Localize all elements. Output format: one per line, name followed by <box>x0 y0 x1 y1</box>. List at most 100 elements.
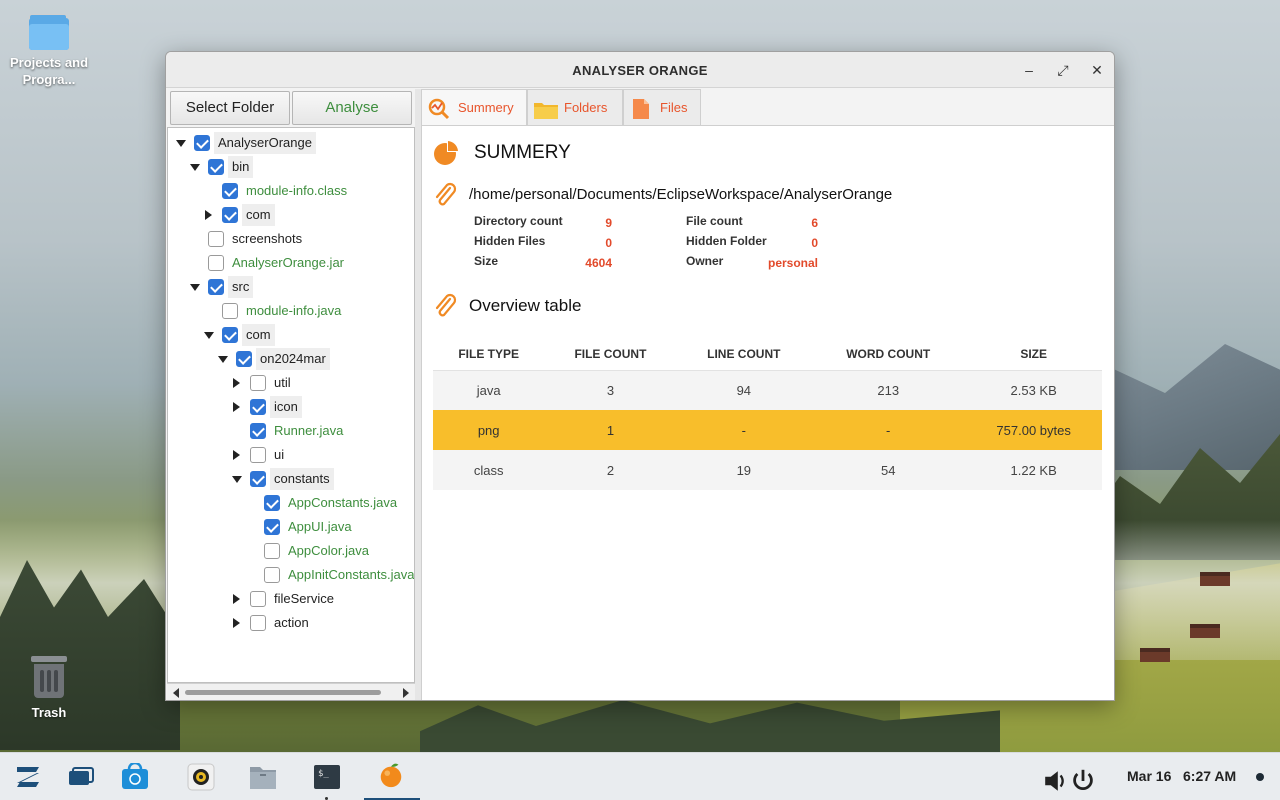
music-player-icon[interactable] <box>186 763 216 791</box>
tree-checkbox[interactable] <box>264 567 280 583</box>
tree-checkbox[interactable] <box>250 471 266 487</box>
tree-checkbox[interactable] <box>208 231 224 247</box>
tree-node[interactable]: constants <box>168 468 414 490</box>
column-header[interactable]: FILE TYPE <box>433 338 545 371</box>
column-header[interactable]: LINE COUNT <box>676 338 812 371</box>
tree-node-label[interactable]: com <box>242 324 275 346</box>
tree-node-label[interactable]: util <box>270 372 295 394</box>
tree-checkbox[interactable] <box>250 399 266 415</box>
scroll-right-icon[interactable] <box>403 688 409 698</box>
tree-checkbox[interactable] <box>222 327 238 343</box>
desktop-trash[interactable]: Trash <box>0 656 98 721</box>
table-row[interactable]: java 3 94 213 2.53 KB <box>433 370 1102 410</box>
tree-node[interactable]: com <box>168 204 414 226</box>
tree-node[interactable]: com <box>168 324 414 346</box>
expand-arrow-icon[interactable] <box>233 594 240 604</box>
tree-horizontal-scrollbar[interactable] <box>167 683 415 700</box>
tree-node[interactable]: bin <box>168 156 414 178</box>
terminal-icon[interactable]: $_ <box>312 763 342 791</box>
tree-node[interactable]: action <box>168 612 414 634</box>
tree-node[interactable]: AppInitConstants.java <box>168 564 414 586</box>
software-store-icon[interactable] <box>120 763 150 791</box>
tree-node[interactable]: fileService <box>168 588 414 610</box>
tree-node[interactable]: ui <box>168 444 414 466</box>
scrollbar-thumb[interactable] <box>185 690 381 695</box>
collapse-arrow-icon[interactable] <box>190 164 200 171</box>
tree-checkbox[interactable] <box>208 255 224 271</box>
taskbar-date[interactable]: Mar 16 <box>1127 768 1171 784</box>
column-header[interactable]: FILE COUNT <box>544 338 677 371</box>
tree-checkbox[interactable] <box>250 375 266 391</box>
file-tree[interactable]: AnalyserOrange bin module-info.class com scr… <box>167 127 415 683</box>
tree-checkbox[interactable] <box>208 159 224 175</box>
collapse-arrow-icon[interactable] <box>232 476 242 483</box>
volume-icon[interactable] <box>1040 767 1070 795</box>
tree-node-label[interactable]: screenshots <box>228 228 306 250</box>
desktop-folder-projects[interactable]: Projects and Progra... <box>0 14 98 88</box>
tree-node[interactable]: AppColor.java <box>168 540 414 562</box>
window-titlebar[interactable]: ANALYSER ORANGE – ⤢ ✕ <box>166 52 1114 88</box>
scroll-left-icon[interactable] <box>173 688 179 698</box>
tree-checkbox[interactable] <box>222 303 238 319</box>
minimize-button[interactable]: – <box>1020 61 1038 79</box>
tree-node-label[interactable]: module-info.class <box>242 180 351 202</box>
tree-node-label[interactable]: bin <box>228 156 254 178</box>
tree-node[interactable]: on2024mar <box>168 348 414 370</box>
tree-checkbox[interactable] <box>194 135 210 151</box>
tree-node-label[interactable]: AnalyserOrange.jar <box>228 252 348 274</box>
tree-node-label[interactable]: com <box>242 204 275 226</box>
expand-arrow-icon[interactable] <box>205 210 212 220</box>
collapse-arrow-icon[interactable] <box>190 284 200 291</box>
tree-node[interactable]: AnalyserOrange <box>168 132 414 154</box>
tree-node-label[interactable]: src <box>228 276 254 298</box>
collapse-arrow-icon[interactable] <box>204 332 214 339</box>
tree-checkbox[interactable] <box>222 183 238 199</box>
tree-checkbox[interactable] <box>236 351 252 367</box>
tree-checkbox[interactable] <box>250 591 266 607</box>
tree-checkbox[interactable] <box>250 447 266 463</box>
tree-node-label[interactable]: AnalyserOrange <box>214 132 316 154</box>
tree-node-label[interactable]: module-info.java <box>242 300 345 322</box>
tree-checkbox[interactable] <box>222 207 238 223</box>
expand-arrow-icon[interactable] <box>233 402 240 412</box>
tree-node[interactable]: icon <box>168 396 414 418</box>
column-header[interactable]: SIZE <box>965 338 1102 371</box>
collapse-arrow-icon[interactable] <box>176 140 186 147</box>
tree-node[interactable]: screenshots <box>168 228 414 250</box>
tree-node-label[interactable]: ui <box>270 444 288 466</box>
tree-node[interactable]: src <box>168 276 414 298</box>
tab-files[interactable]: Files <box>623 89 701 126</box>
tree-node[interactable]: AppConstants.java <box>168 492 414 514</box>
tree-node[interactable]: Runner.java <box>168 420 414 442</box>
tree-node[interactable]: module-info.java <box>168 300 414 322</box>
tree-checkbox[interactable] <box>264 519 280 535</box>
tree-node[interactable]: AppUI.java <box>168 516 414 538</box>
tree-node[interactable]: util <box>168 372 414 394</box>
tree-checkbox[interactable] <box>250 423 266 439</box>
tree-node-label[interactable]: icon <box>270 396 302 418</box>
tree-node-label[interactable]: on2024mar <box>256 348 330 370</box>
tab-folders[interactable]: Folders <box>527 89 623 126</box>
tree-checkbox[interactable] <box>264 543 280 559</box>
tree-checkbox[interactable] <box>208 279 224 295</box>
close-button[interactable]: ✕ <box>1088 61 1106 79</box>
table-row[interactable]: class 2 19 54 1.22 KB <box>433 450 1102 490</box>
tab-summery[interactable]: Summery <box>421 89 527 126</box>
tree-node-label[interactable]: fileService <box>270 588 338 610</box>
tree-node-label[interactable]: AppInitConstants.java <box>284 564 414 586</box>
tree-checkbox[interactable] <box>250 615 266 631</box>
tree-node-label[interactable]: action <box>270 612 313 634</box>
column-header[interactable]: WORD COUNT <box>811 338 966 371</box>
expand-arrow-icon[interactable] <box>233 378 240 388</box>
tree-checkbox[interactable] <box>264 495 280 511</box>
zorin-menu-icon[interactable] <box>13 763 43 791</box>
tree-node-label[interactable]: constants <box>270 468 334 490</box>
maximize-button[interactable]: ⤢ <box>1054 61 1072 79</box>
files-icon[interactable] <box>248 763 278 791</box>
tree-node[interactable]: AnalyserOrange.jar <box>168 252 414 274</box>
tree-node-label[interactable]: AppConstants.java <box>284 492 401 514</box>
notification-dot-icon[interactable] <box>1256 773 1264 781</box>
tree-node[interactable]: module-info.class <box>168 180 414 202</box>
analyse-button[interactable]: Analyse <box>292 91 412 125</box>
select-folder-button[interactable]: Select Folder <box>170 91 290 125</box>
